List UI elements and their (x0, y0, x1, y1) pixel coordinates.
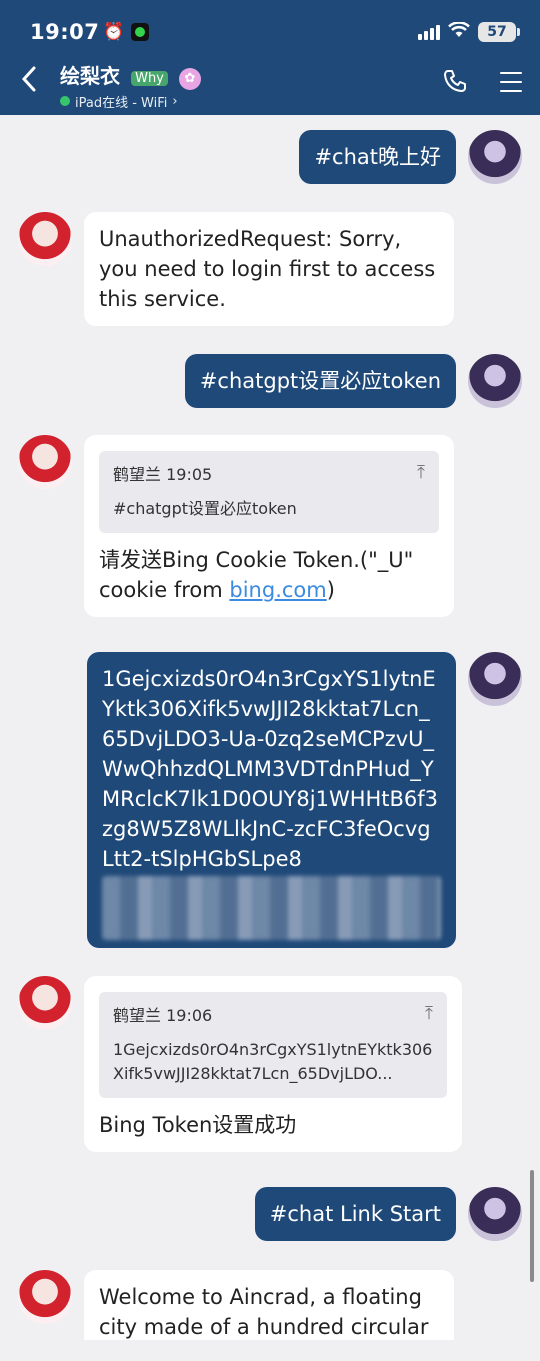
contact-avatar[interactable] (18, 976, 72, 1030)
my-avatar[interactable] (468, 1187, 522, 1241)
message-bubble-in[interactable]: UnauthorizedRequest: Sorry, you need to … (84, 212, 454, 326)
online-status[interactable]: iPad在线 - WiFi › (60, 92, 201, 111)
jump-to-message-icon[interactable]: ⤒ (417, 461, 425, 485)
message-bubble-out[interactable]: #chat Link Start (254, 1187, 456, 1241)
contact-avatar[interactable] (18, 1270, 72, 1324)
chat-header: 19:07 ⏰ 57 绘梨衣 Why ✿ iPad在线 - WiFi › (0, 0, 540, 115)
quote-text: #chatgpt设置必应token (113, 499, 297, 518)
battery-icon: 57 (478, 22, 520, 42)
message-bubble-out[interactable]: #chatgpt设置必应token (184, 354, 456, 408)
message-bubble-out[interactable]: #chat晚上好 (299, 130, 456, 184)
status-bar: 19:07 ⏰ 57 (30, 18, 520, 46)
message-bubble-in[interactable]: 鹤望兰 19:05 ⤒ #chatgpt设置必应token 请发送Bing Co… (84, 435, 454, 617)
status-time: 19:07 (30, 20, 100, 44)
cellular-signal-icon (418, 24, 440, 40)
quote-author-time: 鹤望兰 19:06 (113, 1006, 213, 1025)
my-avatar[interactable] (468, 130, 522, 184)
jump-to-message-icon[interactable]: ⤒ (425, 1002, 433, 1026)
contact-info[interactable]: 绘梨衣 Why ✿ iPad在线 - WiFi › (60, 60, 201, 111)
wifi-icon (448, 20, 470, 43)
message-bubble-out[interactable]: 1Gejcxizds0rO4n3rCgxYS1lytnEYktk306Xifk5… (87, 652, 456, 948)
quote-text: 1Gejcxizds0rO4n3rCgxYS1lytnEYktk306Xifk5… (113, 1040, 433, 1083)
phone-icon[interactable] (442, 68, 468, 100)
home-indicator-area (0, 1340, 540, 1361)
online-text: iPad在线 - WiFi (75, 95, 168, 111)
message-bubble-in[interactable]: 鹤望兰 19:06 ⤒ 1Gejcxizds0rO4n3rCgxYS1lytnE… (84, 976, 462, 1152)
alarm-icon: ⏰ (103, 22, 125, 42)
chat-area[interactable]: #chat晚上好 UnauthorizedRequest: Sorry, you… (0, 115, 540, 1340)
contact-avatar[interactable] (18, 212, 72, 266)
status-right: 57 (418, 20, 520, 43)
token-text: 1Gejcxizds0rO4n3rCgxYS1lytnEYktk306Xifk5… (102, 667, 439, 871)
bing-link[interactable]: bing.com (229, 578, 326, 602)
menu-icon[interactable] (500, 72, 522, 99)
screen-record-icon (130, 23, 149, 41)
crown-badge-icon: ✿ (178, 67, 201, 90)
online-dot-icon (60, 96, 70, 106)
quote-author-time: 鹤望兰 19:05 (113, 465, 213, 484)
why-badge-icon: Why (131, 71, 168, 86)
message-text-after: ) (326, 578, 335, 602)
my-avatar[interactable] (468, 652, 522, 706)
nav-bar: 绘梨衣 Why ✿ iPad在线 - WiFi › (0, 58, 540, 111)
back-arrow-icon[interactable] (18, 64, 40, 102)
chevron-right-icon: › (172, 93, 178, 109)
quoted-message[interactable]: 鹤望兰 19:05 ⤒ #chatgpt设置必应token (99, 451, 439, 533)
quoted-message[interactable]: 鹤望兰 19:06 ⤒ 1Gejcxizds0rO4n3rCgxYS1lytnE… (99, 992, 447, 1098)
message-text: Bing Token设置成功 (99, 1113, 297, 1137)
contact-avatar[interactable] (18, 435, 72, 489)
redacted-blur (102, 876, 441, 940)
message-bubble-in[interactable]: Welcome to Aincrad, a floating city made… (84, 1270, 454, 1340)
scrollbar[interactable] (530, 1170, 534, 1282)
my-avatar[interactable] (468, 354, 522, 408)
contact-name: 绘梨衣 (60, 64, 120, 88)
